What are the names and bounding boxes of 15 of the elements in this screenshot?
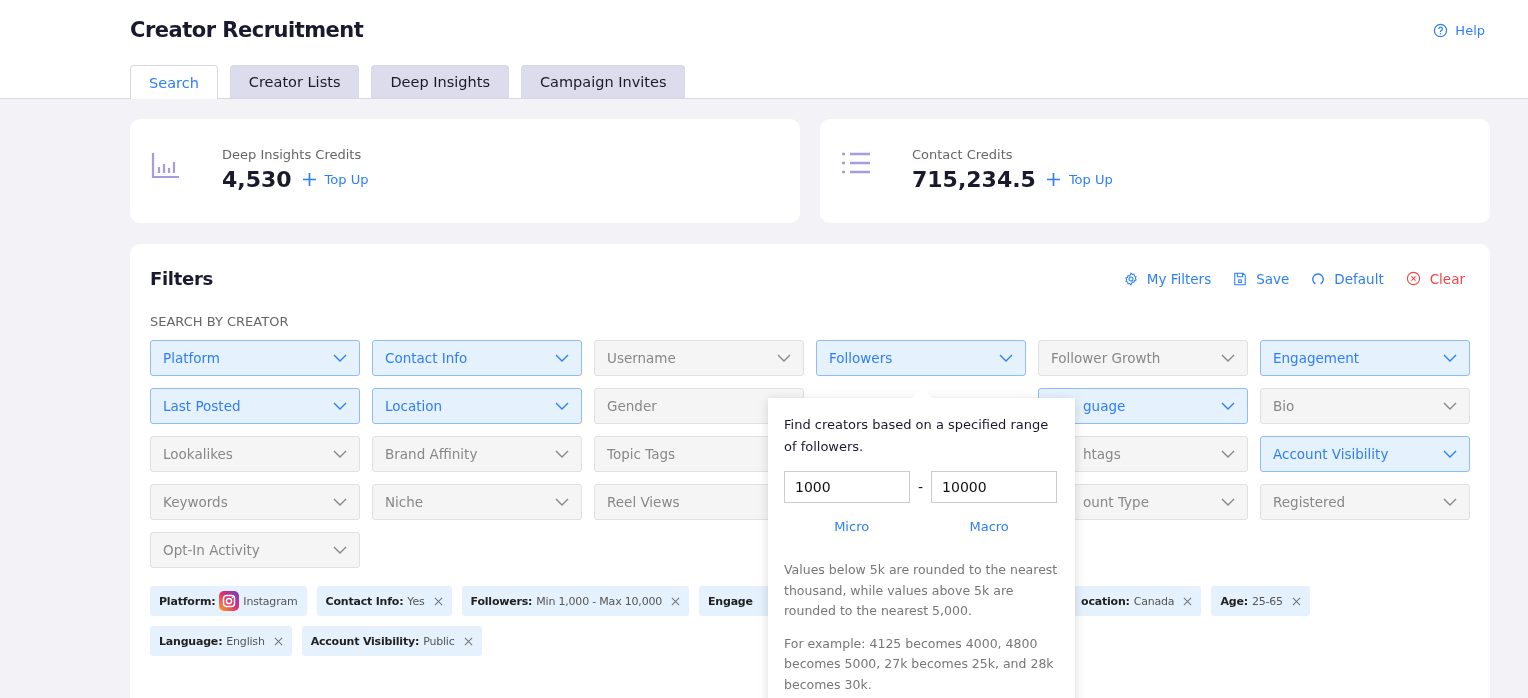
range-separator: - [918,479,924,495]
credits-label: Deep Insights Credits [222,147,363,162]
filter-chip: Account Visibility: Public [301,626,482,656]
filter-chip: Age: 25-65 [1211,586,1310,616]
credits-value: 4,530 [222,167,292,192]
popover-note: For example: 4125 becomes 4000, 4800 becomes 5000, 27k becomes 25k, and 28k becomes 30k. [784,634,1055,694]
page-title: Creator Recruitment [130,18,364,42]
credits-value: 715,234.5 [912,167,1036,192]
filter-chip: Contact Info: Yes [316,586,452,616]
section-label: SEARCH BY CREATOR [150,314,290,329]
filter-chip: Followers: Min 1,000 - Max 10,000 [461,586,690,616]
filters-title: Filters [150,268,213,289]
credits-label: Contact Credits [912,147,1014,162]
filter-chip: Platform: Instagram [150,586,307,616]
filter-chip: Language: English [150,626,292,656]
